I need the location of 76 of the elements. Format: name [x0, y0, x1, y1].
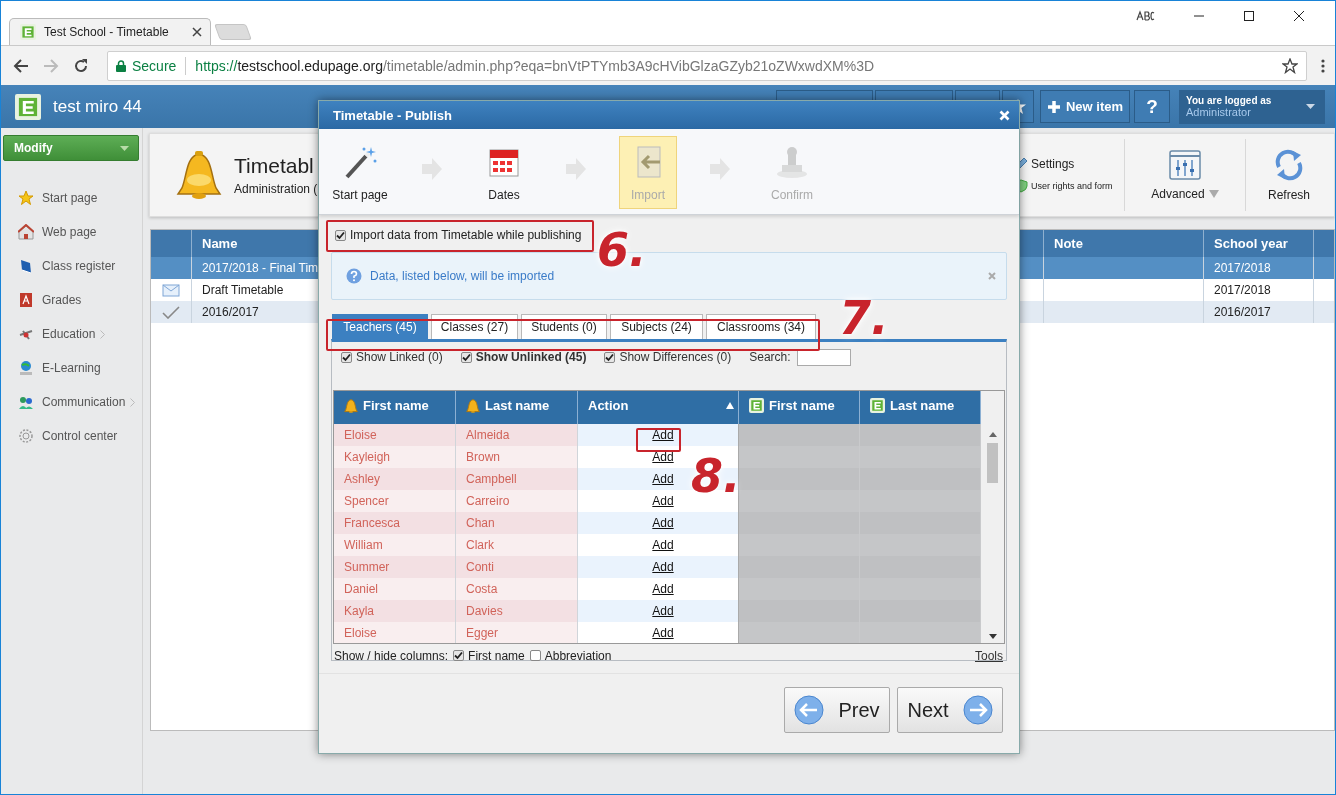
page-subtitle: Administration (: [234, 182, 318, 196]
user-rights-link[interactable]: User rights and form: [1031, 181, 1113, 191]
table-cell: Carreiro: [456, 490, 578, 512]
step-number: 8.: [691, 453, 741, 499]
tools-link[interactable]: Tools: [975, 648, 1003, 663]
table-cell: Eloise: [334, 424, 456, 446]
table-cell: William: [334, 534, 456, 556]
add-link[interactable]: Add: [648, 450, 674, 464]
table-cell: Spencer: [334, 490, 456, 512]
add-link[interactable]: Add: [648, 428, 674, 442]
filter-label: Show Differences (0): [619, 350, 732, 364]
table-cell: Clark: [456, 534, 578, 556]
page-title: Timetabl: [234, 154, 315, 178]
checkbox-label: Abbreviation: [544, 648, 612, 663]
table-cell: Eloise: [334, 622, 456, 643]
login-label: You are logged as: [1186, 95, 1273, 106]
new-item-button[interactable]: New item: [1040, 90, 1130, 123]
sidebar-item[interactable]: Control center: [3, 419, 138, 453]
table-cell: Campbell: [456, 468, 578, 490]
sidebar-item[interactable]: Grades: [3, 283, 138, 317]
add-link[interactable]: Add: [648, 560, 674, 574]
table-cell: 2017/2018: [1204, 257, 1314, 279]
url-text: https://testschool.edupage.org/timetable/admin.php?eqa=bnVtPTYmb3A9cHVibGlzaGZyb21oZWxwdXM%3D: [195, 57, 875, 74]
tab[interactable]: Classrooms (34): [706, 314, 816, 339]
sidebar-item[interactable]: Web page: [3, 215, 138, 249]
sidebar-item[interactable]: Communication: [3, 385, 138, 419]
add-link[interactable]: Add: [648, 472, 674, 486]
add-link[interactable]: Add: [648, 604, 674, 618]
table-cell: Brown: [456, 446, 578, 468]
add-link[interactable]: Add: [648, 494, 674, 508]
table-cell: Francesca: [334, 512, 456, 534]
prev-button[interactable]: Prev: [784, 687, 890, 733]
table-cell: Ashley: [334, 468, 456, 490]
table-cell: Costa: [456, 578, 578, 600]
search-label: Search:: [749, 350, 791, 364]
tab[interactable]: Classes (27): [431, 314, 518, 339]
tab[interactable]: Subjects (24): [610, 314, 703, 339]
account-menu[interactable]: You are logged as Administrator: [1179, 89, 1325, 124]
advanced-button[interactable]: Advanced: [1133, 149, 1237, 201]
help-button[interactable]: ?: [1134, 90, 1170, 123]
sidebar-item[interactable]: Class register: [3, 249, 138, 283]
add-link[interactable]: Add: [648, 582, 674, 596]
sidebar-item[interactable]: E-Learning: [3, 351, 138, 385]
add-link[interactable]: Add: [648, 626, 674, 640]
sidebar-item[interactable]: Start page: [3, 181, 138, 215]
table-cell: Egger: [456, 622, 578, 643]
add-link[interactable]: Add: [648, 516, 674, 530]
user-name: Administrator: [1186, 106, 1252, 118]
filter-label: Show Linked (0): [356, 350, 443, 364]
table-cell: Chan: [456, 512, 578, 534]
table-cell: Almeida: [456, 424, 578, 446]
wizard-step[interactable]: Dates: [471, 136, 537, 209]
checkbox-label: First name: [468, 648, 525, 663]
tab[interactable]: Teachers (45): [332, 314, 428, 339]
table-cell: Daniel: [334, 578, 456, 600]
secure-label: Secure: [132, 57, 177, 74]
sidebar-item[interactable]: Education: [3, 317, 138, 351]
table-cell: Kayla: [334, 600, 456, 622]
table-cell: 2016/2017: [1204, 301, 1314, 323]
table-cell: Conti: [456, 556, 578, 578]
dialog-title: Timetable - Publish: [333, 107, 452, 123]
table-cell: Summer: [334, 556, 456, 578]
browser-tab[interactable]: Test School - Timetable: [9, 18, 211, 45]
address-bar[interactable]: Secure https://testschool.edupage.org/timetable/admin.php?eqa=bnVtPTYmb3A9cHVibGlzaGZyb21oZWxwdXM%3D: [107, 50, 1307, 81]
table-cell: Davies: [456, 600, 578, 622]
filter-label: Show Unlinked (45): [475, 350, 587, 364]
columns-label: Show / hide columns:: [334, 648, 449, 663]
settings-link[interactable]: Settings: [1031, 157, 1075, 171]
checkbox-label: Import data from Timetable while publishing: [350, 228, 582, 242]
wizard-step[interactable]: Start page: [327, 136, 393, 209]
school-name: test miro 44: [53, 96, 142, 117]
tab[interactable]: Students (0): [521, 314, 607, 339]
refresh-button[interactable]: Refresh: [1254, 148, 1324, 202]
add-link[interactable]: Add: [648, 538, 674, 552]
next-button[interactable]: Next: [897, 687, 1003, 733]
table-cell: Kayleigh: [334, 446, 456, 468]
